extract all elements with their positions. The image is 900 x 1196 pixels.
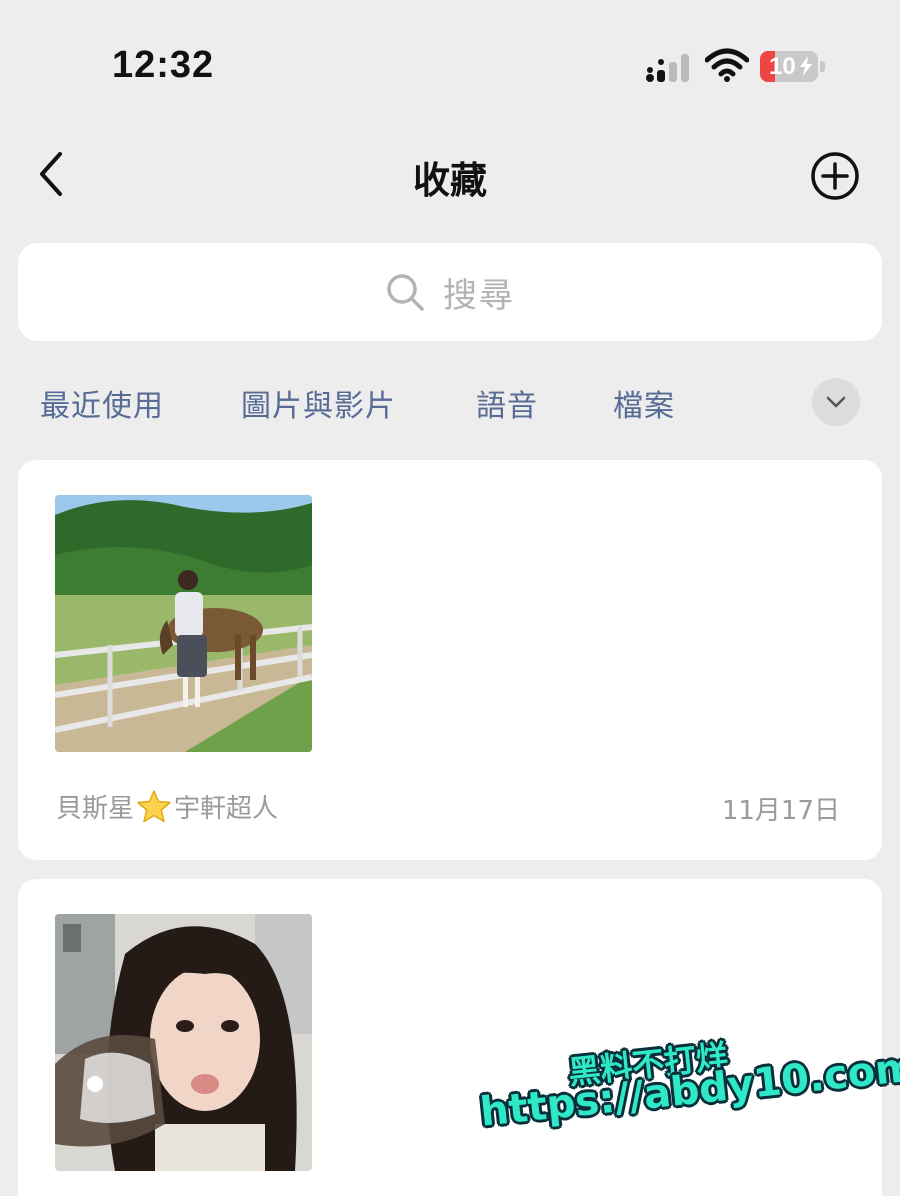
star-icon [137, 789, 171, 822]
wifi-icon [705, 48, 749, 82]
bolt-icon [800, 56, 812, 76]
thumbnail-image[interactable] [55, 495, 312, 752]
search-placeholder: 搜尋 [443, 275, 515, 316]
search-icon [387, 274, 424, 311]
search-input[interactable]: 搜尋 [18, 243, 882, 341]
tabs-expand-button[interactable] [812, 378, 860, 426]
tab-recent[interactable]: 最近使用 [40, 381, 164, 425]
source-name-prefix: 貝斯星 [56, 794, 135, 824]
favorite-source: 貝斯星 宇軒超人 [56, 788, 278, 825]
battery-level: 10 [769, 53, 796, 80]
thumbnail-image[interactable] [55, 914, 312, 1171]
status-bar: 12:32 10 [0, 0, 900, 120]
tab-voice[interactable]: 語音 [476, 381, 538, 425]
favorite-date: 11月17日 [721, 796, 840, 826]
signal-icon [646, 54, 689, 82]
tab-files[interactable]: 檔案 [613, 381, 675, 425]
favorite-item[interactable]: 貝斯星 宇軒超人 11月17日 [18, 460, 882, 860]
photo-girl-with-horse [55, 495, 312, 752]
source-name-suffix: 宇軒超人 [174, 794, 279, 824]
battery-cap [820, 61, 825, 72]
category-tabs: 最近使用 圖片與影片 語音 檔案 [0, 375, 900, 431]
tab-photos-videos[interactable]: 圖片與影片 [241, 381, 396, 425]
favorite-item[interactable] [18, 879, 882, 1196]
chevron-down-icon [826, 396, 846, 408]
plus-circle-icon[interactable] [808, 149, 862, 203]
battery-charging-icon: 10 [760, 51, 818, 82]
photo-girl-selfie [55, 914, 312, 1171]
page-title: 收藏 [413, 159, 487, 202]
status-time: 12:32 [112, 44, 215, 86]
